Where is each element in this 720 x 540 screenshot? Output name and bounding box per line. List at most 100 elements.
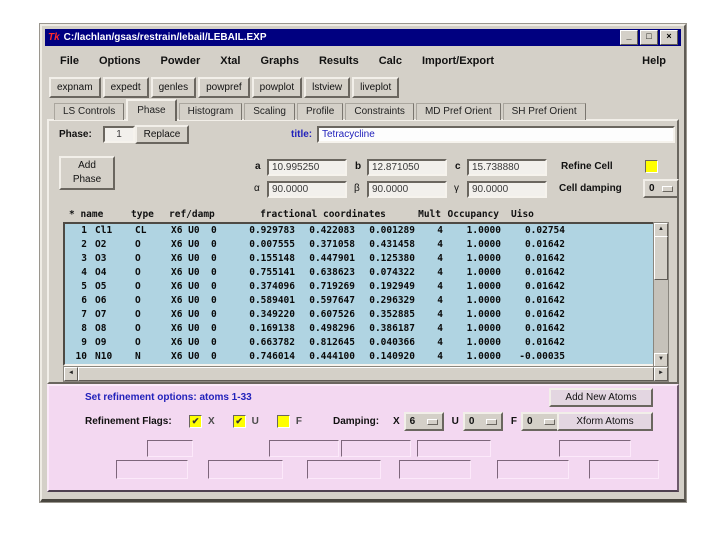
atom-table-row[interactable]: 4 O4 O X6 U0 0 0.755141 0.638623 0.074322 4 1.00…	[65, 266, 653, 280]
toolbar-button-lstview[interactable]: lstview	[304, 77, 351, 98]
cell-b-field[interactable]: 12.871050	[367, 159, 447, 176]
refinement-flag: ✔ X	[189, 415, 215, 428]
col-header-type: type	[131, 209, 154, 220]
cell-c-label: c	[455, 161, 461, 172]
cell-damping-dropdown[interactable]: 0	[643, 179, 679, 198]
cell-damping-label: Cell damping	[559, 183, 622, 194]
empty-frame	[341, 440, 411, 457]
menu-item-powder[interactable]: Powder	[161, 55, 201, 67]
dropdown-indicator-icon	[544, 418, 556, 425]
empty-frame	[497, 460, 569, 479]
damping-control: F 0	[511, 412, 562, 431]
empty-frame	[208, 460, 283, 479]
cell-alpha-field[interactable]: 90.0000	[267, 181, 347, 198]
toolbar-button-powpref[interactable]: powpref	[198, 77, 250, 98]
vertical-scrollbar[interactable]: ▲ ▼	[653, 222, 669, 368]
dropdown-indicator-icon	[485, 418, 497, 425]
atom-table-row[interactable]: 10 N10 N X6 U0 0 0.746014 0.444100 0.140920 4 1.…	[65, 350, 653, 364]
menu-item-file[interactable]: File	[60, 55, 79, 67]
damping-dropdown[interactable]: 0	[521, 412, 562, 431]
flag-checkbox[interactable]: ✔	[232, 415, 246, 428]
menu-item-options[interactable]: Options	[99, 55, 141, 67]
phase-number-field[interactable]: 1	[103, 126, 135, 143]
toolbar-button-expnam[interactable]: expnam	[49, 77, 101, 98]
horizontal-scroll-thumb[interactable]	[78, 367, 654, 381]
tab-md-pref-orient[interactable]: MD Pref Orient	[415, 103, 501, 120]
scroll-up-icon[interactable]: ▲	[654, 223, 668, 237]
atom-table: 1 Cl1 CL X6 U0 0 0.929783 0.422083 0.001289 4 1.…	[63, 222, 655, 366]
menu-item-xtal[interactable]: Xtal	[220, 55, 240, 67]
add-phase-button[interactable]: Add Phase	[59, 156, 115, 190]
refinement-flag: F	[276, 415, 302, 428]
scroll-right-icon[interactable]: ►	[654, 367, 668, 381]
cell-beta-field[interactable]: 90.0000	[367, 181, 447, 198]
empty-frame	[399, 460, 471, 479]
empty-frame	[559, 440, 631, 457]
tab-ls-controls[interactable]: LS Controls	[54, 103, 125, 120]
toolbar-button-powplot[interactable]: powplot	[251, 77, 303, 98]
col-header-frac-coords: fractional coordinates	[260, 209, 386, 220]
toolbar: expnam expedt genles powpref powplot lstview l…	[49, 77, 400, 98]
atom-table-row[interactable]: 6 O6 O X6 U0 0 0.589401 0.597647 0.296329 4 1.00…	[65, 294, 653, 308]
tab-constraints[interactable]: Constraints	[345, 103, 414, 120]
menu-item-import-export[interactable]: Import/Export	[422, 55, 494, 67]
empty-frame	[307, 460, 381, 479]
scroll-left-icon[interactable]: ◄	[64, 367, 78, 381]
phase-title-field[interactable]: Tetracycline	[317, 126, 675, 143]
vertical-scroll-thumb[interactable]	[654, 236, 668, 280]
damping-axis-label: X	[393, 416, 400, 427]
minimize-icon[interactable]: _	[620, 30, 638, 45]
close-icon[interactable]: ×	[660, 30, 678, 45]
atom-table-row[interactable]: 5 O5 O X6 U0 0 0.374096 0.719269 0.192949 4 1.00…	[65, 280, 653, 294]
atom-table-row[interactable]: 3 O3 O X6 U0 0 0.155148 0.447901 0.125380 4 1.00…	[65, 252, 653, 266]
atom-table-row[interactable]: 2 O2 O X6 U0 0 0.007555 0.371058 0.431458 4 1.00…	[65, 238, 653, 252]
toolbar-button-expedt[interactable]: expedt	[102, 77, 149, 98]
damping-dropdowns: X 6 U 0 F 0	[393, 412, 569, 431]
damping-value: 0	[468, 416, 475, 427]
refine-cell-label: Refine Cell	[561, 161, 613, 172]
damping-dropdown[interactable]: 0	[462, 412, 503, 431]
col-header-occupancy: Occupancy	[447, 209, 499, 220]
cell-a-field[interactable]: 10.995250	[267, 159, 347, 176]
dropdown-indicator-icon	[662, 185, 673, 192]
empty-frame	[147, 440, 193, 457]
app-window: Tk C:/lachlan/gsas/restrain/lebail/LEBAI…	[39, 23, 687, 503]
menu-item-graphs[interactable]: Graphs	[260, 55, 299, 67]
title-bar[interactable]: Tk C:/lachlan/gsas/restrain/lebail/LEBAI…	[45, 29, 681, 46]
tab-sh-pref-orient[interactable]: SH Pref Orient	[502, 103, 586, 120]
col-header-uiso: Uiso	[511, 209, 534, 220]
tab-phase[interactable]: Phase	[126, 99, 177, 121]
refinement-flags-label: Refinement Flags:	[85, 416, 172, 427]
tab-profile[interactable]: Profile	[297, 103, 344, 120]
menu-item-help[interactable]: Help	[642, 55, 666, 67]
atom-table-header: * name type ref/damp fractional coordina…	[63, 209, 657, 220]
xform-atoms-button[interactable]: Xform Atoms	[557, 412, 653, 431]
atom-table-row[interactable]: 7 O7 O X6 U0 0 0.349220 0.607526 0.352885 4 1.00…	[65, 308, 653, 322]
tab-scaling[interactable]: Scaling	[244, 103, 295, 120]
refine-cell-checkbox[interactable]	[645, 160, 658, 173]
menu-item-results[interactable]: Results	[319, 55, 359, 67]
atom-table-row[interactable]: 1 Cl1 CL X6 U0 0 0.929783 0.422083 0.001289 4 1.…	[65, 224, 653, 238]
scroll-down-icon[interactable]: ▼	[654, 353, 668, 367]
col-header-refdamp: ref/damp	[169, 209, 215, 220]
flag-checkbox[interactable]: ✔	[189, 415, 202, 428]
flag-checkbox[interactable]	[276, 415, 290, 428]
add-new-atoms-button[interactable]: Add New Atoms	[549, 388, 653, 407]
refinement-flag-checkboxes: ✔ X ✔ U F	[189, 415, 320, 428]
atom-table-row[interactable]: 9 O9 O X6 U0 0 0.663782 0.812645 0.040366 4 1.00…	[65, 336, 653, 350]
toolbar-button-genles[interactable]: genles	[150, 77, 197, 98]
tab-histogram[interactable]: Histogram	[178, 103, 243, 120]
cell-gamma-field[interactable]: 90.0000	[467, 181, 547, 198]
window-title: C:/lachlan/gsas/restrain/lebail/LEBAIL.E…	[63, 32, 267, 43]
damping-dropdown[interactable]: 6	[403, 412, 444, 431]
horizontal-scrollbar[interactable]: ◄ ►	[63, 366, 669, 382]
maximize-icon[interactable]: □	[640, 30, 658, 45]
refinement-heading: Set refinement options: atoms 1-33	[85, 392, 252, 403]
damping-label: Damping:	[333, 416, 380, 427]
replace-button[interactable]: Replace	[135, 125, 189, 144]
menu-item-calc[interactable]: Calc	[379, 55, 402, 67]
atom-table-row[interactable]: 8 O8 O X6 U0 0 0.169138 0.498296 0.386187 4 1.00…	[65, 322, 653, 336]
damping-value: 6	[409, 416, 416, 427]
toolbar-button-liveplot[interactable]: liveplot	[352, 77, 400, 98]
cell-c-field[interactable]: 15.738880	[467, 159, 547, 176]
